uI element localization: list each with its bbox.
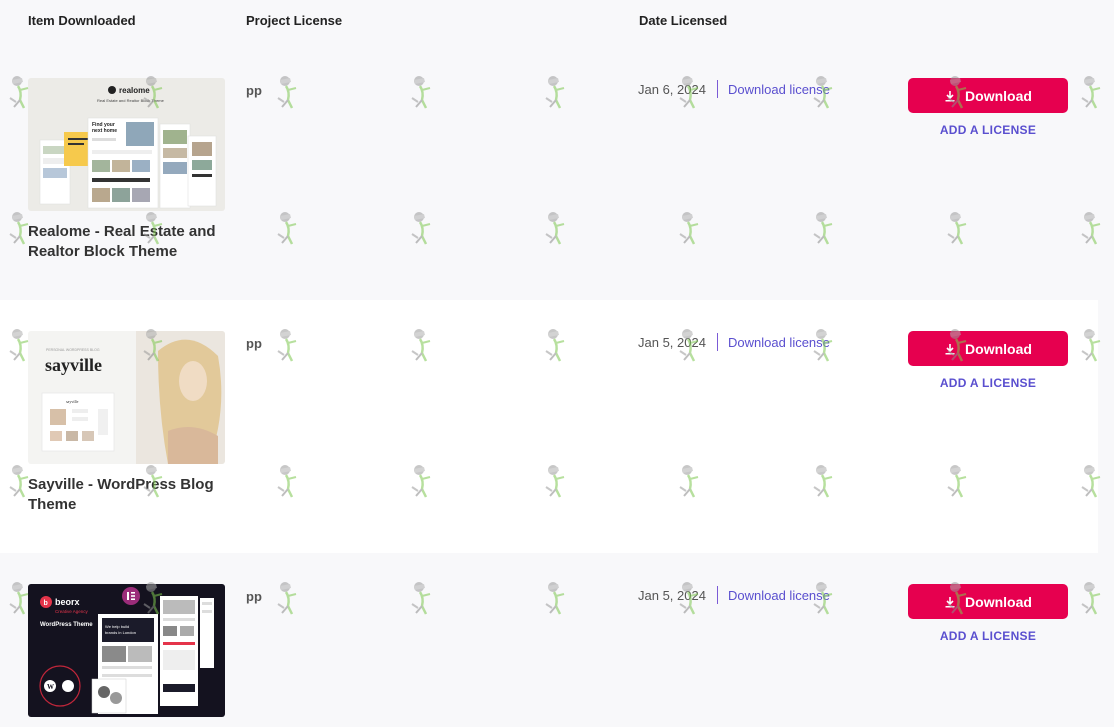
svg-text:PERSONAL WORDPRESS BLOG: PERSONAL WORDPRESS BLOG — [46, 348, 100, 352]
svg-text:b: b — [44, 600, 48, 607]
project-license: pp — [246, 83, 262, 98]
realome-preview-image: realome Real Estate and Realtor Block Th… — [39, 86, 217, 209]
header-project-license: Project License — [246, 13, 343, 28]
download-license-link[interactable]: Download license — [728, 588, 830, 603]
download-button-label: Download — [965, 593, 1032, 610]
divider — [717, 586, 718, 604]
wordpress-icon: W — [44, 680, 56, 692]
download-button[interactable]: Download — [908, 331, 1068, 366]
svg-text:brands in London: brands in London — [105, 630, 136, 635]
svg-text:WordPress Theme: WordPress Theme — [40, 622, 93, 628]
add-license-link[interactable]: ADD A LICENSE — [908, 376, 1068, 390]
date-licensed: Jan 5, 2024 — [638, 588, 706, 603]
item-thumbnail[interactable]: realome Real Estate and Realtor Block Th… — [28, 78, 225, 211]
download-icon — [945, 343, 955, 354]
add-license-link[interactable]: ADD A LICENSE — [908, 123, 1068, 137]
table-row: PERSONAL WORDPRESS BLOG sayville sayvill… — [0, 300, 1098, 553]
svg-text:next home: next home — [92, 128, 117, 134]
download-button[interactable]: Download — [908, 78, 1068, 113]
svg-text:Real Estate and Realtor Block: Real Estate and Realtor Block Theme — [97, 98, 165, 103]
item-title[interactable]: Realome - Real Estate and Realtor Block … — [28, 222, 228, 262]
download-button[interactable]: Download — [908, 584, 1068, 619]
date-licensed: Jan 5, 2024 — [638, 335, 706, 350]
svg-text:beorx: beorx — [55, 597, 80, 607]
download-button-label: Download — [965, 340, 1032, 357]
svg-text:sayville: sayville — [45, 355, 102, 375]
date-licensed: Jan 6, 2024 — [638, 82, 706, 97]
divider — [717, 333, 718, 351]
add-license-link[interactable]: ADD A LICENSE — [908, 629, 1068, 643]
divider — [717, 80, 718, 98]
project-license: pp — [246, 589, 262, 604]
header-item-downloaded: Item Downloaded — [28, 13, 136, 28]
download-license-link[interactable]: Download license — [728, 82, 830, 97]
table-row: realome Real Estate and Realtor Block Th… — [0, 47, 1098, 300]
download-license-link[interactable]: Download license — [728, 335, 830, 350]
beorx-preview-image: b beorx Creative Agency WordPress Theme … — [39, 587, 214, 714]
svg-text:sayville: sayville — [66, 399, 79, 404]
download-icon — [945, 90, 955, 101]
elementor-icon — [122, 587, 140, 605]
project-license: pp — [246, 336, 262, 351]
item-title[interactable]: Sayville - WordPress Blog Theme — [28, 475, 228, 515]
header-date-licensed: Date Licensed — [639, 13, 728, 28]
item-thumbnail[interactable]: b beorx Creative Agency WordPress Theme … — [28, 584, 225, 717]
download-button-label: Download — [965, 87, 1032, 104]
download-icon — [945, 596, 955, 607]
table-row: b beorx Creative Agency WordPress Theme … — [0, 553, 1098, 727]
svg-text:We help build: We help build — [105, 624, 129, 629]
sayville-preview-image: PERSONAL WORDPRESS BLOG sayville sayvill… — [41, 331, 225, 464]
table-header: Item Downloaded Project License Date Lic… — [0, 0, 1114, 40]
svg-text:W: W — [47, 683, 54, 691]
item-thumbnail[interactable]: PERSONAL WORDPRESS BLOG sayville sayvill… — [28, 331, 225, 464]
svg-text:Creative Agency: Creative Agency — [55, 609, 89, 614]
svg-text:realome: realome — [119, 86, 150, 95]
